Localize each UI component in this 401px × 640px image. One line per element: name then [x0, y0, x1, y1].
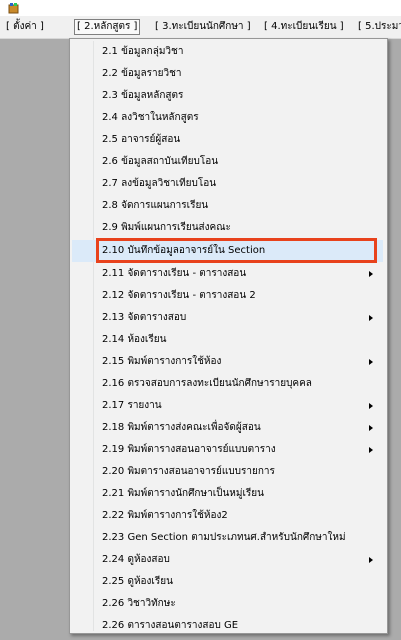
menu-item-label: 2.22 พิมพ์ตารางการใช้ห้อง2: [102, 510, 228, 521]
menu-item-2-4[interactable]: 2.4 ลงวิชาในหลักสูตร: [72, 107, 383, 129]
menubar-item-student-registry[interactable]: [ 3.ทะเบียนนักศึกษา ]: [153, 20, 253, 34]
menu-item-label: 2.14 ห้องเรียน: [102, 334, 167, 345]
submenu-arrow-icon: [369, 557, 373, 563]
menu-item-label: 2.5 อาจารย์ผู้สอน: [102, 134, 181, 145]
submenu-arrow-icon: [369, 403, 373, 409]
menubar-item-settings[interactable]: [ ตั้งค่า ]: [4, 20, 46, 34]
menu-item-label: 2.9 พิมพ์แผนการเรียนส่งคณะ: [102, 222, 231, 233]
menu-item-label: 2.19 พิมพ์ตารางสอนอาจารย์แบบตาราง: [102, 444, 276, 455]
menu-item-label: 2.18 พิมพ์ตารางส่งคณะเพื่อจัดผู้สอน: [102, 422, 261, 433]
menu-item-2-26-ge[interactable]: 2.26 ตารางสอนตารางสอบ GE: [72, 615, 383, 637]
menubar-item-curriculum[interactable]: [ 2.หลักสูตร ]: [74, 19, 141, 35]
menu-item-2-14[interactable]: 2.14 ห้องเรียน: [72, 329, 383, 351]
menu-item-2-7[interactable]: 2.7 ลงข้อมูลวิชาเทียบโอน: [72, 173, 383, 195]
menu-item-2-12[interactable]: 2.12 จัดตารางเรียน - ตารางสอน 2: [72, 285, 383, 307]
menu-item-label: 2.20 พิมตารางสอนอาจารย์แบบรายการ: [102, 466, 275, 477]
submenu-arrow-icon: [369, 359, 373, 365]
menu-item-label: 2.25 ดูห้องเรียน: [102, 576, 173, 587]
menu-item-2-20[interactable]: 2.20 พิมตารางสอนอาจารย์แบบรายการ: [72, 461, 383, 483]
menu-item-label: 2.7 ลงข้อมูลวิชาเทียบโอน: [102, 178, 217, 189]
menu-item-2-8[interactable]: 2.8 จัดการแผนการเรียน: [72, 195, 383, 217]
menu-item-label: 2.16 ตรวจสอบการลงทะเบียนนักศึกษารายบุคคล: [102, 378, 312, 389]
menu-item-2-6[interactable]: 2.6 ข้อมูลสถาบันเทียบโอน: [72, 151, 383, 173]
menu-item-2-9[interactable]: 2.9 พิมพ์แผนการเรียนส่งคณะ: [72, 217, 383, 239]
menu-item-label: 2.23 Gen Section ตามประเภทนศ.สำหรับนักศึ…: [102, 532, 346, 543]
menu-item-label: 2.6 ข้อมูลสถาบันเทียบโอน: [102, 156, 219, 167]
menu-item-label: 2.15 พิมพ์ตารางการใช้ห้อง: [102, 356, 222, 367]
submenu-arrow-icon: [369, 447, 373, 453]
menu-item-2-13[interactable]: 2.13 จัดตารางสอบ: [72, 307, 383, 329]
submenu-arrow-icon: [369, 315, 373, 321]
menu-item-label: 2.10 บันทึกข้อมูลอาจารย์ใน Section: [102, 245, 266, 256]
menu-item-label: 2.13 จัดตารางสอบ: [102, 312, 187, 323]
menu-item-2-11[interactable]: 2.11 จัดตารางเรียน - ตารางสอน: [72, 263, 383, 285]
menu-item-2-23[interactable]: 2.23 Gen Section ตามประเภทนศ.สำหรับนักศึ…: [72, 527, 383, 549]
menu-item-label: 2.24 ดูห้องสอบ: [102, 554, 170, 565]
menu-item-label: 2.11 จัดตารางเรียน - ตารางสอน: [102, 268, 247, 279]
menu-item-2-25[interactable]: 2.25 ดูห้องเรียน: [72, 571, 383, 593]
menu-item-2-22[interactable]: 2.22 พิมพ์ตารางการใช้ห้อง2: [72, 505, 383, 527]
menu-item-label: 2.2 ข้อมูลรายวิชา: [102, 68, 182, 79]
menu-item-label: 2.1 ข้อมูลกลุ่มวิชา: [102, 46, 184, 57]
menu-item-2-17[interactable]: 2.17 รายงาน: [72, 395, 383, 417]
menu-item-2-19[interactable]: 2.19 พิมพ์ตารางสอนอาจารย์แบบตาราง: [72, 439, 383, 461]
menu-item-2-5[interactable]: 2.5 อาจารย์ผู้สอน: [72, 129, 383, 151]
menu-item-label: 2.12 จัดตารางเรียน - ตารางสอน 2: [102, 290, 256, 301]
submenu-arrow-icon: [369, 271, 373, 277]
menu-item-label: 2.17 รายงาน: [102, 400, 162, 411]
title-bar: [0, 0, 401, 16]
app-icon: [8, 3, 19, 14]
curriculum-dropdown-menu: 2.1 ข้อมูลกลุ่มวิชา 2.2 ข้อมูลรายวิชา 2.…: [69, 38, 388, 634]
menu-item-label: 2.8 จัดการแผนการเรียน: [102, 200, 209, 211]
menu-item-2-21[interactable]: 2.21 พิมพ์ตารางนักศึกษาเป็นหมู่เรียน: [72, 483, 383, 505]
menu-item-2-15[interactable]: 2.15 พิมพ์ตารางการใช้ห้อง: [72, 351, 383, 373]
menu-item-label: 2.21 พิมพ์ตารางนักศึกษาเป็นหมู่เรียน: [102, 488, 264, 499]
menu-bar: [ ตั้งค่า ] [ 2.หลักสูตร ] [ 3.ทะเบียนนั…: [0, 16, 401, 39]
menu-item-2-10[interactable]: 2.10 บันทึกข้อมูลอาจารย์ใน Section: [72, 240, 383, 262]
menu-item-2-16[interactable]: 2.16 ตรวจสอบการลงทะเบียนนักศึกษารายบุคคล: [72, 373, 383, 395]
menu-item-2-2[interactable]: 2.2 ข้อมูลรายวิชา: [72, 63, 383, 85]
menu-item-label: 2.26 วิชาวิทักษะ: [102, 598, 176, 609]
menu-item-label: 2.3 ข้อมูลหลักสูตร: [102, 90, 184, 101]
menu-item-2-1[interactable]: 2.1 ข้อมูลกลุ่มวิชา: [72, 41, 383, 63]
menu-item-2-26-subject[interactable]: 2.26 วิชาวิทักษะ: [72, 593, 383, 615]
menu-item-label: 2.26 ตารางสอนตารางสอบ GE: [102, 620, 239, 631]
menu-item-label: 2.4 ลงวิชาในหลักสูตร: [102, 112, 199, 123]
menu-item-2-18[interactable]: 2.18 พิมพ์ตารางส่งคณะเพื่อจัดผู้สอน: [72, 417, 383, 439]
menubar-item-enrollment[interactable]: [ 4.ทะเบียนเรียน ]: [262, 20, 346, 34]
submenu-arrow-icon: [369, 425, 373, 431]
menu-item-2-24[interactable]: 2.24 ดูห้องสอบ: [72, 549, 383, 571]
menu-item-2-3[interactable]: 2.3 ข้อมูลหลักสูตร: [72, 85, 383, 107]
menubar-item-processing[interactable]: [ 5.ประมว: [356, 20, 401, 34]
